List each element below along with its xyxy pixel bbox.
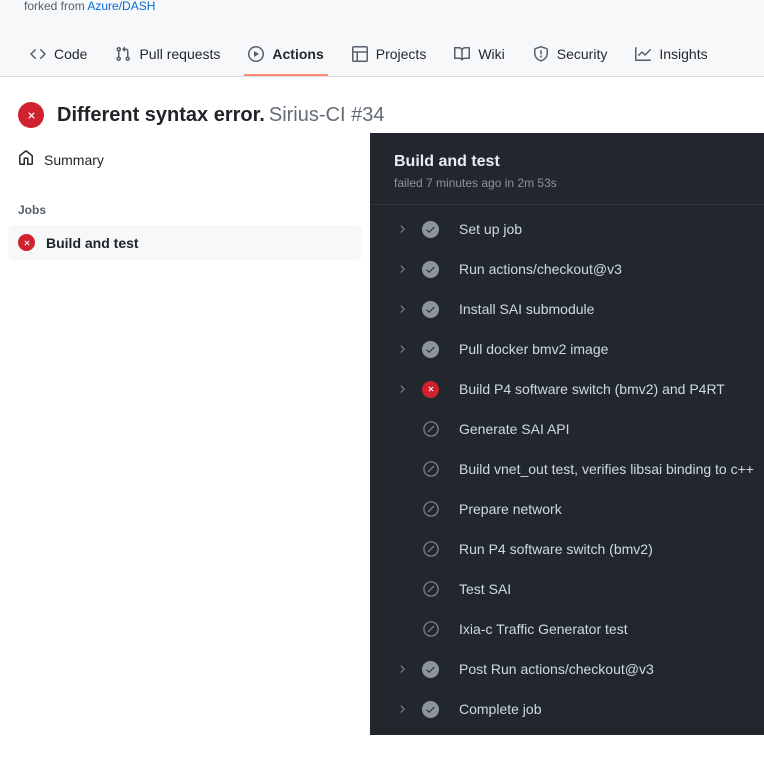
- nav-tab-label: Projects: [375, 45, 427, 62]
- skip-icon: [422, 541, 439, 558]
- job-step-row: Ixia-c Traffic Generator test: [370, 609, 764, 649]
- book-icon: [454, 46, 471, 62]
- skip-icon: [422, 421, 439, 438]
- table-icon: [351, 45, 368, 62]
- check-circle-fill-icon: [422, 340, 439, 358]
- job-step-name: Pull docker bmv2 image: [459, 341, 609, 358]
- job-step-name: Prepare network: [459, 501, 562, 518]
- chevron-right-icon[interactable]: [394, 301, 410, 317]
- nav-tab-projects[interactable]: Projects: [340, 31, 439, 76]
- run-title-text: Different syntax error.: [57, 104, 265, 126]
- chevron-right-icon[interactable]: [394, 701, 410, 717]
- chevron-right-icon[interactable]: [394, 261, 410, 277]
- shield-icon: [533, 45, 549, 62]
- nav-tab-label: Actions: [272, 45, 324, 62]
- nav-tab-label: Security: [556, 45, 608, 62]
- run-title-row: Different syntax error. Sirius-CI #34: [0, 77, 764, 133]
- code-icon: [30, 46, 46, 62]
- x-circle-fill-icon: [18, 234, 35, 251]
- job-step-name: Run actions/checkout@v3: [459, 261, 622, 278]
- x-circle-fill-icon: [422, 380, 439, 398]
- job-step-row[interactable]: Complete job: [370, 689, 764, 729]
- skip-icon: [422, 501, 439, 518]
- git-pull-request-icon: [115, 46, 131, 62]
- play-circle-icon: [248, 45, 265, 62]
- repo-nav: Code Pull requests Actions Projects Wiki Secu…: [16, 31, 722, 76]
- job-step-name: Build P4 software switch (bmv2) and P4RT: [459, 381, 725, 398]
- job-step-row: Generate SAI API: [370, 409, 764, 449]
- nav-tab-label: Wiki: [478, 45, 505, 62]
- home-icon: [18, 150, 34, 169]
- job-log-panel: Build and test failed 7 minutes ago in 2…: [370, 133, 764, 735]
- nav-tab-label: Pull requests: [139, 45, 221, 62]
- nav-tab-actions[interactable]: Actions: [236, 31, 335, 76]
- check-circle-fill-icon: [422, 700, 439, 718]
- job-step-row: Prepare network: [370, 489, 764, 529]
- sidebar-job-label: Build and test: [46, 234, 139, 251]
- nav-tab-insights[interactable]: Insights: [623, 31, 719, 76]
- nav-tab-label: Insights: [659, 45, 708, 62]
- job-step-row[interactable]: Set up job: [370, 209, 764, 249]
- repo-header: forked from Azure/DASH Code Pull requests…: [0, 0, 764, 77]
- chevron-right-icon[interactable]: [394, 661, 410, 677]
- job-step-row[interactable]: Pull docker bmv2 image: [370, 329, 764, 369]
- job-step-name: Set up job: [459, 221, 523, 238]
- nav-tab-label: Code: [54, 45, 88, 62]
- job-step-name: Run P4 software switch (bmv2): [459, 541, 653, 558]
- job-step-row: Run P4 software switch (bmv2): [370, 529, 764, 569]
- skip-icon: [422, 621, 439, 638]
- sidebar-jobs-heading: Jobs: [18, 203, 47, 217]
- chevron-right-icon[interactable]: [394, 221, 410, 237]
- job-step-name: Ixia-c Traffic Generator test: [459, 621, 628, 638]
- job-step-list: Set up job Run actions/checkout@v3 Install…: [370, 205, 764, 729]
- job-step-name: Build vnet_out test, verifies libsai bin…: [459, 461, 754, 478]
- forked-from-note: forked from Azure/DASH: [24, 0, 155, 13]
- parent-repo-link[interactable]: Azure/DASH: [87, 0, 155, 13]
- run-content: Summary Jobs Build and test Build and te…: [0, 133, 764, 735]
- job-step-name: Generate SAI API: [459, 421, 570, 438]
- job-step-row[interactable]: Run actions/checkout@v3: [370, 249, 764, 289]
- check-circle-fill-icon: [422, 660, 439, 678]
- check-circle-fill-icon: [422, 220, 439, 238]
- sidebar-item-job-build-and-test[interactable]: Build and test: [8, 225, 362, 260]
- sidebar-item-summary[interactable]: Summary: [8, 142, 362, 177]
- job-step-name: Complete job: [459, 701, 542, 718]
- nav-tab-wiki[interactable]: Wiki: [442, 31, 516, 76]
- job-step-row: Build vnet_out test, verifies libsai bin…: [370, 449, 764, 489]
- job-step-row[interactable]: Build P4 software switch (bmv2) and P4RT: [370, 369, 764, 409]
- check-circle-fill-icon: [422, 300, 439, 318]
- nav-tab-pull-requests[interactable]: Pull requests: [103, 31, 232, 76]
- job-step-row: Test SAI: [370, 569, 764, 609]
- sidebar-item-summary-label: Summary: [44, 151, 104, 168]
- job-step-name: Install SAI submodule: [459, 301, 595, 318]
- forked-from-prefix: forked from: [24, 0, 85, 13]
- nav-tab-security[interactable]: Security: [521, 31, 620, 76]
- job-step-row[interactable]: Post Run actions/checkout@v3: [370, 649, 764, 689]
- chevron-right-icon[interactable]: [394, 381, 410, 397]
- chevron-right-icon[interactable]: [394, 341, 410, 357]
- page-title: Different syntax error. Sirius-CI #34: [57, 103, 384, 127]
- nav-tab-code[interactable]: Code: [18, 31, 99, 76]
- x-circle-fill-icon: [18, 102, 44, 128]
- job-step-row[interactable]: Install SAI submodule: [370, 289, 764, 329]
- job-step-name: Post Run actions/checkout@v3: [459, 661, 654, 678]
- skip-icon: [422, 461, 439, 478]
- run-workflow-number: Sirius-CI #34: [268, 104, 385, 126]
- job-log-header: Build and test failed 7 minutes ago in 2…: [370, 133, 764, 206]
- skip-icon: [422, 581, 439, 598]
- job-status-meta: failed 7 minutes ago in 2m 53s: [394, 176, 557, 191]
- check-circle-fill-icon: [422, 260, 439, 278]
- run-sidebar: Summary Jobs Build and test: [0, 133, 370, 260]
- job-title: Build and test: [394, 153, 500, 170]
- graph-icon: [635, 46, 652, 62]
- job-step-name: Test SAI: [459, 581, 512, 598]
